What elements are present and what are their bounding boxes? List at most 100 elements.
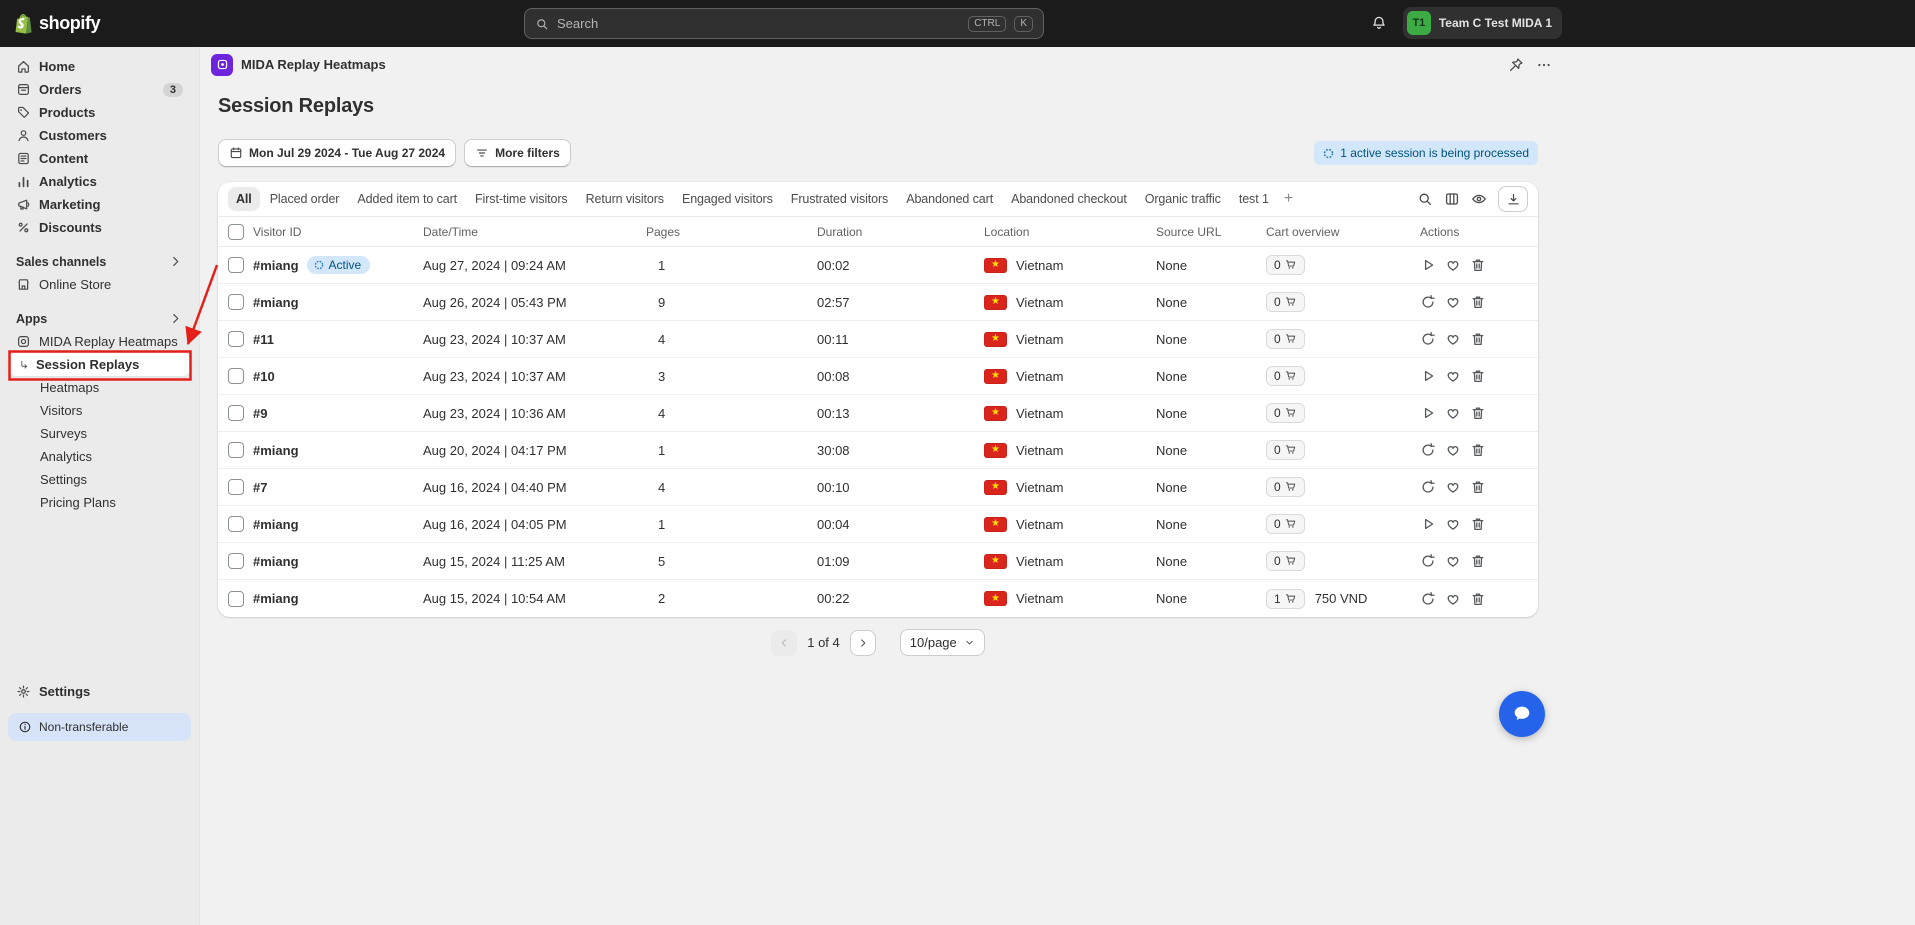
more-filters-button[interactable]: More filters	[464, 139, 571, 167]
row-checkbox[interactable]	[228, 331, 244, 347]
sidebar-item-settings[interactable]: Settings	[8, 680, 191, 703]
table-row[interactable]: #miang Aug 26, 2024 | 05:43 PM 9 02:57 ★…	[218, 284, 1538, 321]
global-search-input[interactable]: Search CTRL K	[524, 8, 1044, 39]
row-checkbox[interactable]	[228, 442, 244, 458]
tab-frustrated-visitors[interactable]: Frustrated visitors	[783, 187, 896, 211]
per-page-select[interactable]: 10/page	[900, 629, 985, 656]
visibility-button[interactable]	[1471, 191, 1487, 207]
play-session-button[interactable]	[1420, 257, 1436, 273]
more-options-button[interactable]	[1536, 57, 1552, 73]
row-checkbox[interactable]	[228, 553, 244, 569]
tab-abandoned-checkout[interactable]: Abandoned checkout	[1003, 187, 1135, 211]
favorite-button[interactable]	[1445, 294, 1461, 310]
sidebar-subitem-pricing-plans[interactable]: Pricing Plans	[8, 491, 191, 514]
table-row[interactable]: #10 Aug 23, 2024 | 10:37 AM 3 00:08 ★ Vi…	[218, 358, 1538, 395]
tab-abandoned-cart[interactable]: Abandoned cart	[898, 187, 1001, 211]
table-body: #miang Active Aug 27, 2024 | 09:24 AM 1 …	[218, 247, 1538, 617]
play-session-button[interactable]	[1420, 516, 1436, 532]
tab-organic-traffic[interactable]: Organic traffic	[1137, 187, 1229, 211]
sidebar-item-analytics[interactable]: Analytics	[8, 170, 191, 193]
table-row[interactable]: #9 Aug 23, 2024 | 10:36 AM 4 00:13 ★ Vie…	[218, 395, 1538, 432]
table-row[interactable]: #miang Aug 16, 2024 | 04:05 PM 1 00:04 ★…	[218, 506, 1538, 543]
play-session-button[interactable]	[1420, 405, 1436, 421]
table-row[interactable]: #miang Aug 20, 2024 | 04:17 PM 1 30:08 ★…	[218, 432, 1538, 469]
tab-all[interactable]: All	[228, 187, 260, 211]
table-row[interactable]: #miang Active Aug 27, 2024 | 09:24 AM 1 …	[218, 247, 1538, 284]
sidebar-item-orders[interactable]: Orders 3	[8, 78, 191, 101]
row-checkbox[interactable]	[228, 405, 244, 421]
sidebar-item-marketing[interactable]: Marketing	[8, 193, 191, 216]
sidebar-item-home[interactable]: Home	[8, 55, 191, 78]
sidebar-item-customers[interactable]: Customers	[8, 124, 191, 147]
table-row[interactable]: #11 Aug 23, 2024 | 10:37 AM 4 00:11 ★ Vi…	[218, 321, 1538, 358]
sidebar-subitem-heatmaps[interactable]: Heatmaps	[8, 376, 191, 399]
table-row[interactable]: #miang Aug 15, 2024 | 11:25 AM 5 01:09 ★…	[218, 543, 1538, 580]
delete-button[interactable]	[1470, 591, 1486, 607]
favorite-button[interactable]	[1445, 257, 1461, 273]
favorite-button[interactable]	[1445, 591, 1461, 607]
prev-page-button[interactable]	[771, 630, 797, 656]
account-menu[interactable]: T1 Team C Test MIDA 1	[1403, 7, 1562, 39]
tab-return-visitors[interactable]: Return visitors	[578, 187, 672, 211]
sidebar-subitem-visitors[interactable]: Visitors	[8, 399, 191, 422]
row-checkbox[interactable]	[228, 516, 244, 532]
tab-placed-order[interactable]: Placed order	[262, 187, 348, 211]
tab-engaged-visitors[interactable]: Engaged visitors	[674, 187, 781, 211]
replay-session-button[interactable]	[1420, 479, 1436, 495]
replay-session-button[interactable]	[1420, 331, 1436, 347]
delete-button[interactable]	[1470, 553, 1486, 569]
delete-button[interactable]	[1470, 294, 1486, 310]
delete-button[interactable]	[1470, 479, 1486, 495]
table-row[interactable]: #7 Aug 16, 2024 | 04:40 PM 4 00:10 ★ Vie…	[218, 469, 1538, 506]
sidebar-item-discounts[interactable]: Discounts	[8, 216, 191, 239]
row-checkbox[interactable]	[228, 368, 244, 384]
tab-added-item-to-cart[interactable]: Added item to cart	[349, 187, 465, 211]
sidebar-subitem-analytics[interactable]: Analytics	[8, 445, 191, 468]
favorite-button[interactable]	[1445, 479, 1461, 495]
export-button[interactable]	[1498, 186, 1528, 212]
delete-button[interactable]	[1470, 331, 1486, 347]
shopify-logo[interactable]: shopify	[14, 0, 100, 47]
notifications-button[interactable]	[1363, 7, 1395, 39]
favorite-button[interactable]	[1445, 331, 1461, 347]
pin-button[interactable]	[1508, 57, 1524, 73]
favorite-button[interactable]	[1445, 442, 1461, 458]
row-checkbox[interactable]	[228, 591, 244, 607]
sidebar-subitem-settings[interactable]: Settings	[8, 468, 191, 491]
favorite-button[interactable]	[1445, 368, 1461, 384]
sidebar-item-mida-replay-heatmaps[interactable]: MIDA Replay Heatmaps	[8, 330, 191, 353]
favorite-button[interactable]	[1445, 405, 1461, 421]
sidebar-item-content[interactable]: Content	[8, 147, 191, 170]
row-checkbox[interactable]	[228, 294, 244, 310]
replay-session-button[interactable]	[1420, 294, 1436, 310]
replay-session-button[interactable]	[1420, 442, 1436, 458]
row-checkbox[interactable]	[228, 257, 244, 273]
delete-button[interactable]	[1470, 257, 1486, 273]
chat-widget-button[interactable]	[1499, 691, 1545, 737]
edit-columns-button[interactable]	[1444, 191, 1460, 207]
table-search-button[interactable]	[1417, 191, 1433, 207]
next-page-button[interactable]	[850, 630, 876, 656]
sidebar-item-online-store[interactable]: Online Store	[8, 273, 191, 296]
date-range-button[interactable]: Mon Jul 29 2024 - Tue Aug 27 2024	[218, 139, 456, 167]
delete-button[interactable]	[1470, 368, 1486, 384]
replay-session-button[interactable]	[1420, 591, 1436, 607]
favorite-button[interactable]	[1445, 553, 1461, 569]
delete-button[interactable]	[1470, 516, 1486, 532]
delete-button[interactable]	[1470, 405, 1486, 421]
play-session-button[interactable]	[1420, 368, 1436, 384]
sidebar-subitem-session-replays[interactable]: Session Replays	[8, 353, 191, 376]
sidebar-section-sales-channels[interactable]: Sales channels	[8, 250, 191, 273]
favorite-button[interactable]	[1445, 516, 1461, 532]
sidebar-section-apps[interactable]: Apps	[8, 307, 191, 330]
sidebar-subitem-surveys[interactable]: Surveys	[8, 422, 191, 445]
tab-first-time-visitors[interactable]: First-time visitors	[467, 187, 576, 211]
replay-session-button[interactable]	[1420, 553, 1436, 569]
row-checkbox[interactable]	[228, 479, 244, 495]
table-row[interactable]: #miang Aug 15, 2024 | 10:54 AM 2 00:22 ★…	[218, 580, 1538, 617]
delete-button[interactable]	[1470, 442, 1486, 458]
select-all-checkbox[interactable]	[228, 224, 244, 240]
tab-test-1[interactable]: test 1	[1231, 187, 1277, 211]
sidebar-item-products[interactable]: Products	[8, 101, 191, 124]
add-view-button[interactable]: +	[1277, 190, 1300, 208]
